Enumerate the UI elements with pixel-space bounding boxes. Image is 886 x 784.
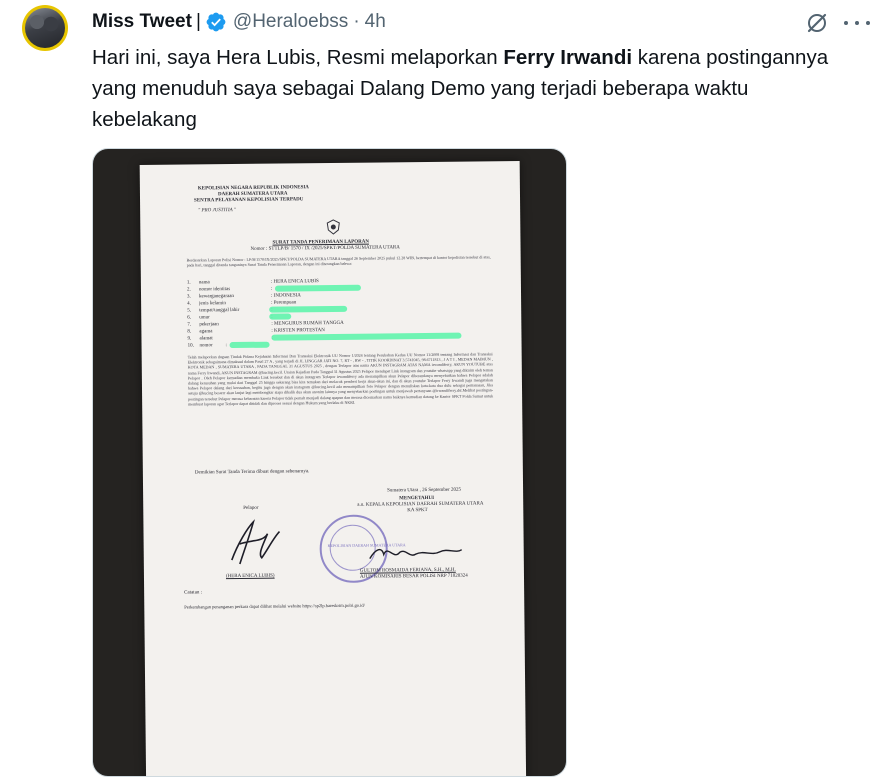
field-no: 6. bbox=[187, 315, 192, 321]
field-value: : bbox=[270, 286, 273, 292]
avatar-image bbox=[25, 8, 65, 48]
more-dot bbox=[844, 21, 848, 25]
field-no: 8. bbox=[187, 329, 192, 335]
doc-pelapor-label: Pelapor bbox=[243, 505, 259, 511]
field-no: 4. bbox=[187, 301, 191, 307]
field-label: umur bbox=[199, 315, 210, 321]
more-dot bbox=[855, 21, 859, 25]
post-time[interactable]: 4h bbox=[365, 11, 386, 33]
field-no: 10. bbox=[187, 343, 194, 349]
police-emblem-icon bbox=[326, 219, 340, 235]
doc-org-line: SENTRA PELAYANAN KEPOLISIAN TERPADU bbox=[194, 197, 304, 204]
doc-ka-spkt: KA SPKT bbox=[407, 508, 428, 514]
field-value: : INDONESIA bbox=[271, 293, 301, 299]
field-label: alamat bbox=[199, 336, 213, 342]
doc-fields: 1. nama : HERA ENICA LUBIS 2. nomor iden… bbox=[140, 161, 520, 349]
avatar[interactable] bbox=[22, 5, 68, 51]
meta-dot: · bbox=[353, 11, 360, 32]
field-value: : MENGURUS RUMAH TANGGA bbox=[271, 320, 344, 327]
redaction-highlight bbox=[269, 313, 292, 320]
field-label: nama bbox=[198, 280, 210, 286]
officer-signature-icon bbox=[369, 548, 463, 559]
name-separator: | bbox=[195, 11, 201, 32]
field-no: 3. bbox=[187, 294, 191, 300]
field-no: 7. bbox=[187, 322, 192, 328]
tweet-text: Hari ini, saya Hera Lubis, Resmi melapor… bbox=[92, 42, 852, 135]
pelapor-signature-icon bbox=[231, 519, 281, 565]
field-label: tempat/tanggal lahir bbox=[199, 307, 240, 314]
tweet-mention-bold: Ferry Irwandi bbox=[503, 46, 633, 69]
field-label: nomor identitas bbox=[198, 287, 231, 293]
tweet-text-part: Hari ini, saya Hera Lubis, Resmi melapor… bbox=[92, 46, 504, 69]
field-no: 9. bbox=[187, 336, 192, 342]
doc-catatan: Catatan : bbox=[184, 590, 203, 596]
field-value: : bbox=[225, 343, 227, 349]
author-name[interactable]: Miss Tweet bbox=[92, 11, 192, 33]
redaction-highlight bbox=[229, 341, 270, 349]
doc-catatan-text: Perkembangan penanganan perkara dapat di… bbox=[184, 602, 365, 610]
more-options-icon[interactable] bbox=[844, 12, 870, 34]
doc-place-date: Sumatera Utara , 26 September 2025 bbox=[387, 487, 461, 494]
redaction-highlight bbox=[269, 305, 348, 313]
field-label: nomor bbox=[199, 343, 213, 349]
redaction-highlight bbox=[271, 332, 462, 341]
author-handle[interactable]: @Heraloebss bbox=[233, 11, 348, 33]
field-label: kewarganegaraan bbox=[199, 294, 234, 300]
doc-pro-justitia: " PRO JUSTITIA " bbox=[198, 208, 237, 214]
field-no: 5. bbox=[187, 308, 191, 314]
redaction-highlight bbox=[274, 284, 361, 292]
tweet-photo[interactable]: KEPOLISIAN NEGARA REPUBLIK INDONESIA DAE… bbox=[92, 148, 567, 777]
field-label: agama bbox=[199, 329, 213, 335]
doc-body: Telah melaporkan dugaan Tindak Pidana Ke… bbox=[187, 351, 494, 407]
doc-intro: Berdasarkan Laporan Polisi Nomor : LP/B/… bbox=[186, 254, 491, 268]
doc-closing: Demikian Surat Tanda Terima dibuat denga… bbox=[194, 469, 310, 476]
grok-icon[interactable] bbox=[804, 10, 830, 36]
police-report-document: KEPOLISIAN NEGARA REPUBLIK INDONESIA DAE… bbox=[140, 161, 527, 776]
tweet-header: Miss Tweet | @Heraloebss · 4h bbox=[92, 9, 386, 35]
document-paper: KEPOLISIAN NEGARA REPUBLIK INDONESIA DAE… bbox=[139, 161, 527, 776]
doc-nomor: Nomor : STTLP/B/ 1570 / IX /2025/SPKT/PO… bbox=[250, 245, 400, 252]
field-no: 2. bbox=[186, 287, 191, 293]
verified-badge-icon[interactable] bbox=[205, 11, 227, 33]
doc-officer-rank: AJUN KOMISARIS BESAR POLISI NRP 71020324 bbox=[359, 573, 468, 580]
field-no: 1. bbox=[186, 280, 191, 286]
more-dot bbox=[866, 21, 870, 25]
doc-pelapor-name: (HERA ENICA LUBIS) bbox=[225, 573, 275, 580]
field-label: pekerjaan bbox=[199, 322, 219, 328]
field-label: jenis kelamin bbox=[199, 301, 226, 307]
